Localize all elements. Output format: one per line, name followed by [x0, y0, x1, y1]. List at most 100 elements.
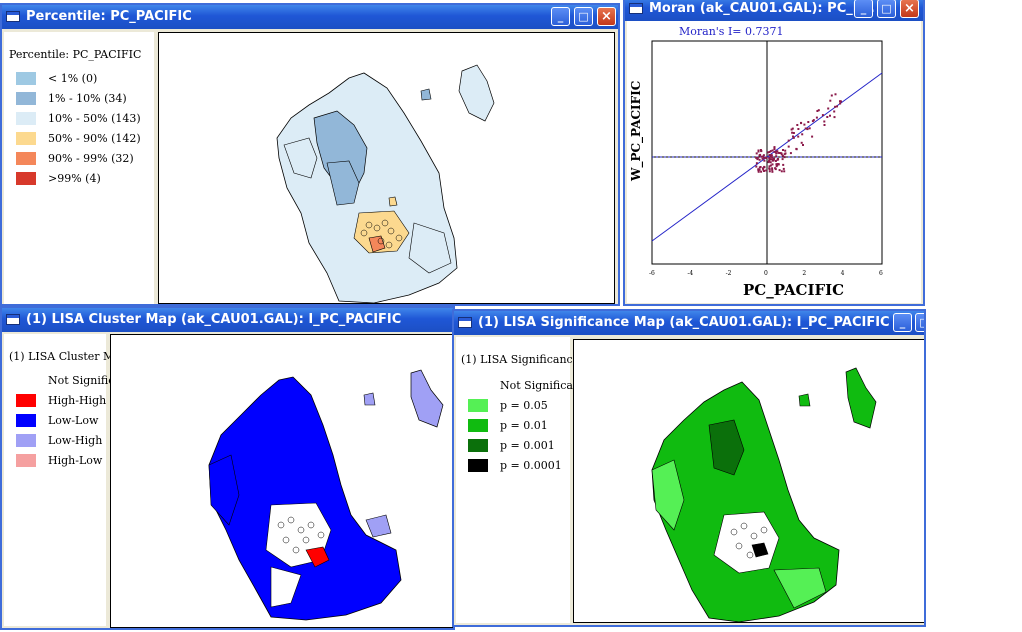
scatter-point — [776, 150, 779, 153]
scatter-point — [776, 163, 779, 166]
x-axis-label: PC_PACIFIC — [743, 281, 844, 299]
map-island-east — [458, 64, 495, 122]
scatter-point — [811, 135, 814, 138]
scatter-point — [787, 145, 790, 148]
legend-label: Low-High — [48, 434, 103, 447]
scatter-point — [804, 127, 807, 130]
scatter-point — [784, 152, 787, 155]
scatter-point — [755, 152, 758, 155]
scatter-point — [797, 128, 800, 130]
scatter-point — [768, 170, 771, 173]
legend-swatch — [16, 112, 36, 125]
significance-map[interactable] — [574, 340, 926, 623]
legend-label: 10% - 50% (143) — [48, 112, 141, 125]
minimize-button[interactable]: _ — [854, 0, 873, 18]
legend-swatch — [468, 459, 488, 472]
scatter-point — [784, 149, 787, 152]
maximize-button[interactable]: □ — [877, 0, 896, 18]
x-tick-label: 4 — [841, 270, 845, 277]
scatter-point — [836, 105, 838, 108]
scatter-point — [769, 150, 772, 153]
percentile-map-window[interactable]: Percentile: PC_PACIFIC _ □ × Percentile:… — [0, 3, 620, 306]
moran-stat-label: Moran's I= 0.7371 — [679, 25, 784, 38]
legend-title: Percentile: PC_PACIFIC — [9, 48, 142, 61]
legend-label: p = 0.05 — [500, 399, 548, 412]
scatter-point — [765, 169, 768, 172]
window-icon — [458, 317, 472, 328]
lisa-cluster-titlebar[interactable]: (1) LISA Cluster Map (ak_CAU01.GAL): I_P… — [2, 308, 453, 332]
scatter-point — [806, 128, 809, 131]
legend-title: (1) LISA Cluster Ma — [9, 350, 121, 363]
significance-map-pane[interactable] — [573, 339, 926, 623]
close-button[interactable]: × — [900, 0, 919, 18]
moran-window[interactable]: Moran (ak_CAU01.GAL): PC_P... _ □ × Mora… — [623, 0, 925, 306]
legend-swatch — [468, 379, 488, 392]
legend-swatch — [16, 152, 36, 165]
legend-title: (1) LISA Significance I — [461, 353, 588, 366]
scatter-point — [823, 120, 826, 123]
legend-swatch — [16, 414, 36, 427]
scatter-point — [770, 158, 773, 161]
scatter-point — [782, 163, 785, 166]
moran-plot-pane[interactable]: Moran's I= 0.7371 -6 -4 -2 0 2 4 6 W_PC_PACIFI… — [627, 21, 921, 303]
legend-swatch — [16, 394, 36, 407]
minimize-button[interactable]: _ — [893, 313, 912, 332]
cluster-map[interactable] — [111, 335, 452, 627]
scatter-point — [817, 109, 820, 112]
scatter-point — [763, 156, 765, 159]
scatter-point — [834, 105, 837, 108]
scatter-point — [773, 150, 776, 153]
scatter-point — [781, 158, 784, 161]
cluster-map-pane[interactable] — [110, 334, 453, 628]
window-title: (1) LISA Significance Map (ak_CAU01.GAL)… — [478, 315, 890, 330]
moran-titlebar[interactable]: Moran (ak_CAU01.GAL): PC_P... _ □ × — [625, 0, 923, 21]
scatter-point — [834, 93, 837, 96]
scatter-point — [833, 110, 836, 113]
lisa-cluster-window[interactable]: (1) LISA Cluster Map (ak_CAU01.GAL): I_P… — [0, 306, 455, 630]
scatter-point — [774, 167, 777, 170]
map-island-small — [420, 88, 432, 101]
minimize-button[interactable]: _ — [551, 7, 570, 26]
scatter-point — [782, 149, 784, 151]
legend-swatch — [16, 374, 36, 387]
lisa-significance-titlebar[interactable]: (1) LISA Significance Map (ak_CAU01.GAL)… — [454, 311, 924, 335]
scatter-point — [807, 121, 810, 123]
scatter-point — [768, 168, 771, 171]
scatter-point — [782, 167, 785, 170]
map-island-east — [845, 367, 877, 429]
scatter-point — [772, 159, 775, 162]
lisa-significance-window[interactable]: (1) LISA Significance Map (ak_CAU01.GAL)… — [452, 309, 926, 627]
scatter-point — [778, 169, 781, 172]
scatter-point — [776, 158, 779, 160]
maximize-button[interactable]: □ — [574, 7, 593, 26]
x-tick-label: 2 — [802, 270, 806, 277]
legend-label: Low-Low — [48, 414, 99, 427]
scatter-point — [758, 158, 761, 161]
y-axis-label: W_PC_PACIFIC — [629, 81, 644, 182]
legend-label: 90% - 99% (32) — [48, 152, 134, 165]
scatter-point — [802, 144, 804, 146]
legend-label: 1% - 10% (34) — [48, 92, 127, 105]
scatter-point — [780, 153, 783, 156]
scatter-point — [829, 99, 832, 102]
scatter-point — [757, 170, 760, 173]
scatter-point — [771, 168, 774, 171]
percentile-legend-pane: Percentile: PC_PACIFIC < 1% (0) 1% - 10% … — [4, 32, 154, 304]
legend-label: High-High — [48, 394, 107, 407]
scatter-point — [778, 152, 781, 154]
scatter-point — [826, 116, 829, 118]
percentile-map-pane[interactable] — [158, 32, 615, 304]
window-title: (1) LISA Cluster Map (ak_CAU01.GAL): I_P… — [26, 312, 402, 327]
x-tick-label: -2 — [726, 270, 732, 277]
percentile-map[interactable] — [159, 33, 614, 304]
scatter-point — [800, 141, 803, 144]
scatter-point — [755, 165, 758, 168]
legend-swatch — [16, 434, 36, 447]
scatter-points — [755, 93, 842, 173]
close-button[interactable]: × — [597, 7, 616, 26]
scatter-point — [801, 133, 804, 136]
maximize-button[interactable]: □ — [915, 313, 924, 332]
window-title: Moran (ak_CAU01.GAL): PC_P... — [649, 1, 875, 16]
moran-scatterplot[interactable]: Moran's I= 0.7371 -6 -4 -2 0 2 4 6 W_PC_PACIFI… — [627, 21, 921, 303]
percentile-titlebar[interactable]: Percentile: PC_PACIFIC _ □ × — [2, 5, 618, 29]
